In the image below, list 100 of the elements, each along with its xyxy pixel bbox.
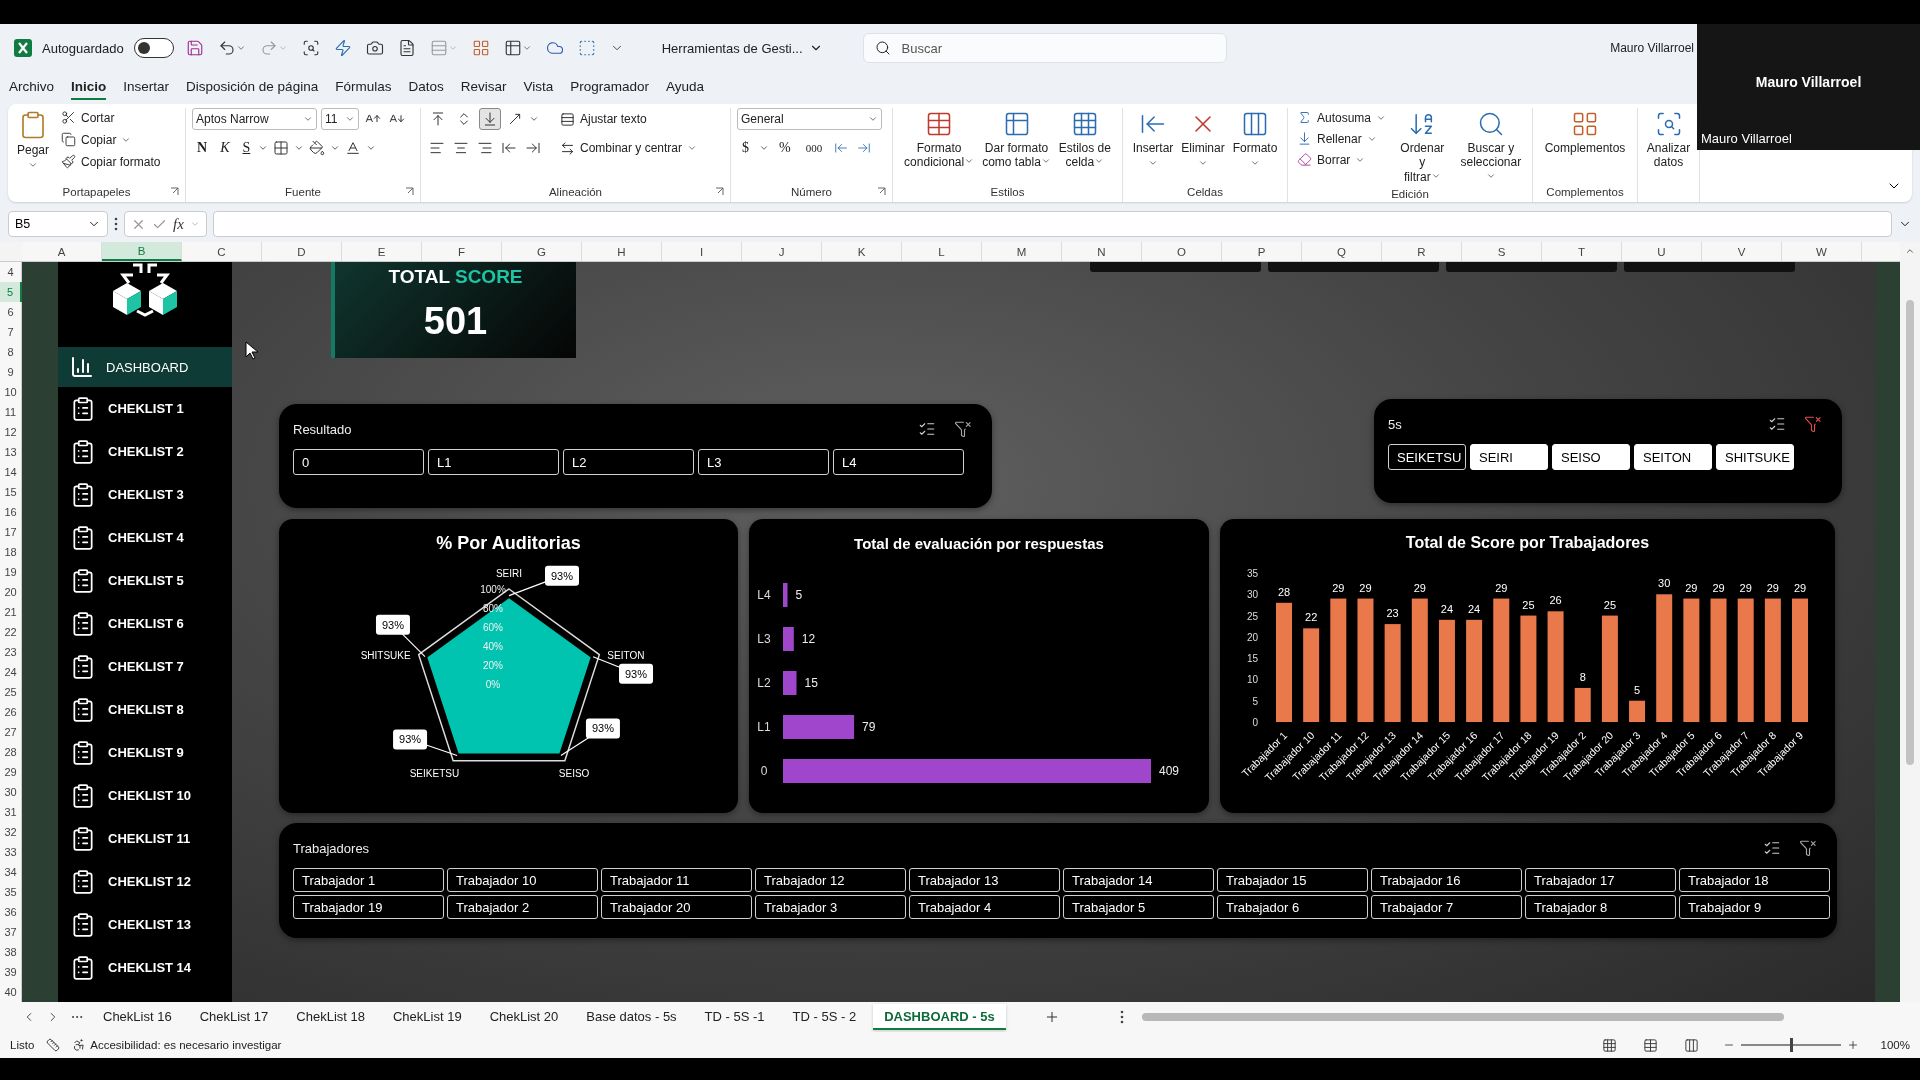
sidebar-item[interactable]: DASHBOARD	[58, 347, 232, 387]
column-header[interactable]: V	[1702, 242, 1782, 261]
menu-tab[interactable]: Fórmulas	[335, 74, 392, 100]
row-header[interactable]: 20	[0, 582, 22, 602]
percent-button[interactable]: %	[774, 138, 796, 158]
column-header[interactable]: W	[1782, 242, 1862, 261]
column-header[interactable]: G	[502, 242, 582, 261]
row-header[interactable]: 18	[0, 542, 22, 562]
row-header[interactable]: 10	[0, 382, 22, 402]
column-header[interactable]: C	[182, 242, 262, 261]
slicer-item[interactable]: Trabajador 16	[1371, 868, 1522, 892]
row-header[interactable]: 7	[0, 322, 22, 342]
underline-button[interactable]: S	[237, 138, 256, 158]
column-header[interactable]: B	[102, 242, 182, 261]
menu-tab[interactable]: Insertar	[123, 74, 170, 100]
row-header[interactable]: 26	[0, 702, 22, 722]
cells-button[interactable]: Insertar	[1129, 108, 1177, 171]
formula-input[interactable]	[212, 211, 1892, 237]
editing-button[interactable]: Autosuma	[1294, 108, 1390, 127]
thousands-button[interactable]: 000	[800, 140, 828, 156]
column-header[interactable]: E	[342, 242, 422, 261]
analyze-data-button[interactable]: Analizar datos	[1643, 108, 1694, 172]
row-header[interactable]: 12	[0, 422, 22, 442]
clipboard-button[interactable]: Copiar formato	[58, 152, 164, 171]
search-field[interactable]: Buscar	[862, 33, 1227, 63]
row-header[interactable]: 8	[0, 342, 22, 362]
currency-button[interactable]: $	[737, 138, 754, 158]
paste-button[interactable]: Pegar	[14, 108, 53, 173]
slicer-item[interactable]: Trabajador 3	[755, 895, 906, 919]
find-select-button[interactable]: Buscar y seleccionar	[1455, 108, 1526, 187]
row-header[interactable]: 23	[0, 642, 22, 662]
sheet-tab[interactable]: Base datos - 5s	[575, 1004, 688, 1030]
sheet-tab[interactable]: DASHBOARD - 5s	[873, 1004, 1006, 1030]
column-header[interactable]: N	[1062, 242, 1142, 261]
slicer-item[interactable]: Trabajador 10	[447, 868, 598, 892]
row-header[interactable]: 9	[0, 362, 22, 382]
vertical-scrollbar[interactable]	[1900, 242, 1920, 1002]
slicer-item[interactable]: L3	[698, 449, 829, 475]
row-header[interactable]: 40	[0, 982, 22, 1002]
dialog-launcher-icon[interactable]	[405, 187, 414, 196]
slicer-item[interactable]: Trabajador 20	[601, 895, 752, 919]
number-format-dropdown[interactable]: General	[737, 108, 882, 130]
editing-button[interactable]: Borrar	[1294, 150, 1390, 169]
row-header[interactable]: 28	[0, 742, 22, 762]
sheet-tab[interactable]: TD - 5S - 2	[781, 1004, 868, 1030]
row-header[interactable]: 39	[0, 962, 22, 982]
sheet-tab[interactable]: ChekList 17	[188, 1004, 280, 1030]
column-header[interactable]: T	[1542, 242, 1622, 261]
slicer-item[interactable]: L1	[428, 449, 559, 475]
slicer-item[interactable]: Trabajador 11	[601, 868, 752, 892]
slicer-item[interactable]: SEIRI	[1470, 444, 1548, 470]
slicer-item[interactable]: Trabajador 12	[755, 868, 906, 892]
slicer-item[interactable]: Trabajador 19	[293, 895, 444, 919]
slicer-item[interactable]: Trabajador 5	[1063, 895, 1214, 919]
row-header[interactable]: 30	[0, 782, 22, 802]
column-header[interactable]: Q	[1302, 242, 1382, 261]
dialog-launcher-icon[interactable]	[170, 187, 179, 196]
styles-button[interactable]: Formato condicional	[901, 108, 978, 172]
row-header[interactable]: 22	[0, 622, 22, 642]
menu-tab[interactable]: Revisar	[460, 74, 507, 100]
row-header[interactable]: 4	[0, 262, 22, 282]
column-header[interactable]: U	[1622, 242, 1702, 261]
dialog-launcher-icon[interactable]	[715, 187, 724, 196]
slicer-item[interactable]: L4	[833, 449, 964, 475]
row-header[interactable]: 13	[0, 442, 22, 462]
row-header[interactable]: 29	[0, 762, 22, 782]
menu-tab[interactable]: Vista	[523, 74, 554, 100]
slicer-item[interactable]: Trabajador 13	[909, 868, 1060, 892]
insert-function-button[interactable]: fx	[173, 215, 184, 233]
column-header[interactable]: S	[1462, 242, 1542, 261]
slicer-item[interactable]: SEIKETSU	[1388, 444, 1466, 470]
cells-button[interactable]: Formato	[1229, 108, 1281, 171]
row-header[interactable]: 32	[0, 822, 22, 842]
editing-button[interactable]: Rellenar	[1294, 129, 1390, 148]
column-header[interactable]: O	[1142, 242, 1222, 261]
clipboard-button[interactable]: Cortar	[58, 108, 164, 127]
name-box[interactable]: B5	[8, 211, 108, 237]
row-header[interactable]: 6	[0, 302, 22, 322]
row-header[interactable]: 21	[0, 602, 22, 622]
styles-button[interactable]: Estilos de celda	[1055, 108, 1114, 172]
slicer-item[interactable]: Trabajador 9	[1679, 895, 1830, 919]
column-header[interactable]: F	[422, 242, 502, 261]
row-header[interactable]: 25	[0, 682, 22, 702]
menu-tab[interactable]: Archivo	[9, 74, 54, 100]
sheet-tab[interactable]: ChekList 18	[285, 1004, 376, 1030]
slicer-item[interactable]: Trabajador 4	[909, 895, 1060, 919]
column-header[interactable]: R	[1382, 242, 1462, 261]
slicer-item[interactable]: Trabajador 17	[1525, 868, 1676, 892]
column-header[interactable]: D	[262, 242, 342, 261]
column-header[interactable]: K	[822, 242, 902, 261]
scrollbar-thumb[interactable]	[1906, 300, 1914, 765]
row-header[interactable]: 38	[0, 942, 22, 962]
row-header[interactable]: 15	[0, 482, 22, 502]
column-header[interactable]: L	[902, 242, 982, 261]
column-header[interactable]: H	[582, 242, 662, 261]
sheet-tab[interactable]: ChekList 20	[478, 1004, 570, 1030]
column-header[interactable]: J	[742, 242, 822, 261]
row-header[interactable]: 34	[0, 862, 22, 882]
scrollbar-thumb[interactable]	[1141, 1013, 1784, 1021]
slicer-item[interactable]: SEITON	[1634, 444, 1712, 470]
